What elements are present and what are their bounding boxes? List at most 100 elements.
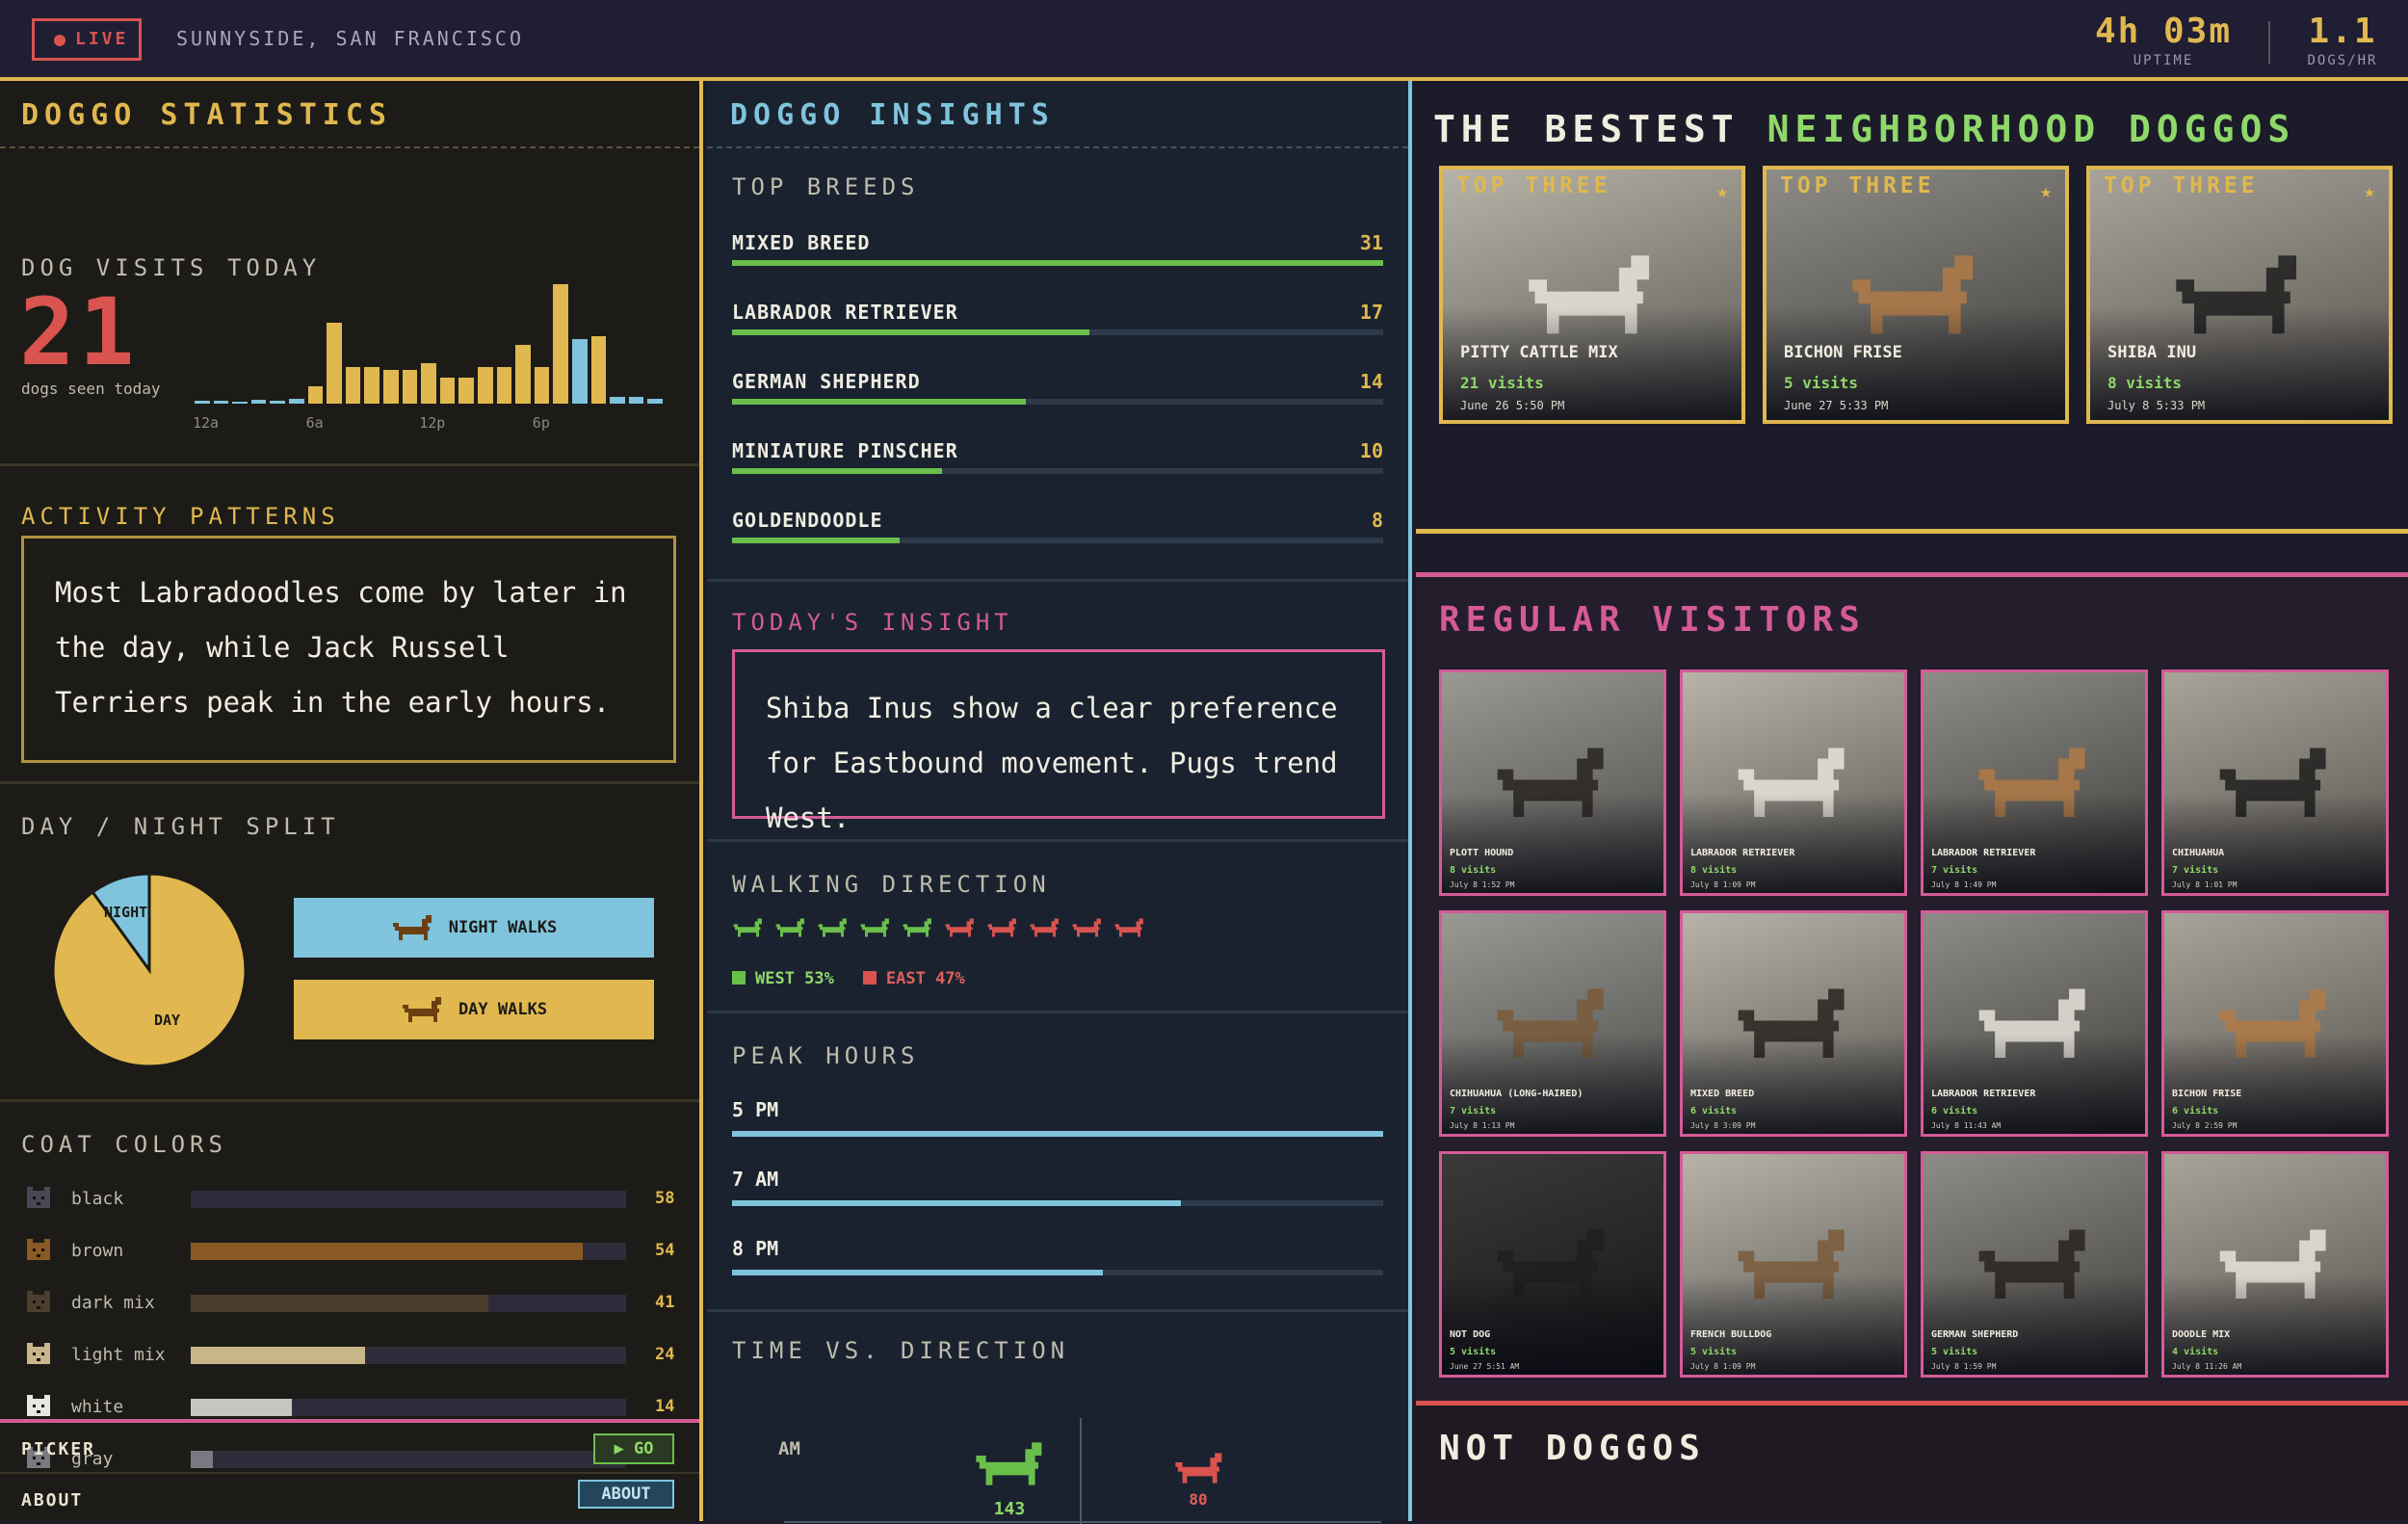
location-label: SUNNYSIDE, SAN FRANCISCO [176, 27, 524, 50]
regular-dog-card[interactable]: CHIHUAHUA 7 visits July 8 1:01 PM [2161, 670, 2389, 896]
regular-dog-card[interactable]: GERMAN SHEPHERD 5 visits July 8 1:59 PM [1921, 1151, 2148, 1378]
dog-visits: 5 visits [1450, 1347, 1497, 1357]
hour-bar [270, 401, 285, 404]
dog-photo [1924, 1154, 2145, 1375]
dog-face-icon [25, 1289, 52, 1316]
dog-icon [402, 997, 441, 1022]
photo-fade [2164, 1274, 2386, 1375]
regular-dog-card[interactable]: BICHON FRISE 6 visits July 8 2:59 PM [2161, 910, 2389, 1137]
dog-photo [2164, 1154, 2386, 1375]
time-vs-direction-section: TIME VS. DIRECTION AM 143 80 [707, 1312, 1408, 1524]
tvd-row-label: AM [778, 1438, 800, 1459]
regular-dog-card[interactable]: LABRADOR RETRIEVER 8 visits July 8 1:09 PM [1680, 670, 1907, 896]
hour-bar [647, 398, 663, 404]
peak-bar-track [732, 1270, 1383, 1275]
hour-axis-label: 6a [305, 414, 324, 432]
peak-bar [732, 1200, 1182, 1206]
insights-panel: DOGGO INSIGHTS TOP BREEDS MIXED BREED 31 L… [707, 81, 1412, 1524]
go-button[interactable]: ▶ GO [593, 1433, 674, 1464]
coat-bar-track [191, 1243, 626, 1260]
insight-text: Shiba Inus show a clear preference for E… [732, 649, 1385, 834]
dog-photo [1683, 672, 1904, 893]
regular-dog-card[interactable]: FRENCH BULLDOG 5 visits July 8 1:09 PM [1680, 1151, 1907, 1378]
photo-fade [1924, 1274, 2145, 1375]
dog-photo [1442, 672, 1663, 893]
dog-visits: 8 visits [1450, 865, 1497, 876]
about-row: ABOUT ABOUT [0, 1474, 699, 1521]
breed-bar-track [732, 260, 1383, 266]
breed-row: MIXED BREED 31 [732, 231, 1383, 285]
east-dog-icon [1175, 1453, 1222, 1484]
hour-bar [364, 367, 380, 404]
night-walks-label: NIGHT WALKS [448, 918, 558, 937]
day-slice-label: DAY [154, 1012, 180, 1029]
insights-title: DOGGO INSIGHTS [730, 98, 1055, 132]
not-doggos-section: NOT DOGGOS [1416, 1401, 2408, 1521]
photo-fade [1683, 793, 1904, 893]
dog-face-icon [25, 1341, 52, 1368]
hour-bar [307, 386, 324, 404]
regular-dog-card[interactable]: LABRADOR RETRIEVER 6 visits July 8 11:43 A… [1921, 910, 2148, 1137]
dog-last-seen: July 8 1:59 PM [1931, 1362, 1997, 1371]
regular-dog-card[interactable]: MIXED BREED 6 visits July 8 3:09 PM [1680, 910, 1907, 1137]
breed-bar [732, 538, 901, 543]
west-dog-icon [775, 918, 804, 937]
hour-bar [610, 397, 625, 404]
breed-bar [732, 468, 943, 474]
regular-dog-card[interactable]: PLOTT HOUND 8 visits July 8 1:52 PM [1439, 670, 1666, 896]
top-dog-card[interactable]: TOP THREE ★ BICHON FRISE 5 visits June 27 5:… [1763, 166, 2069, 424]
day-walks-button[interactable]: DAY WALKS [294, 980, 654, 1039]
night-walks-button[interactable]: NIGHT WALKS [294, 898, 654, 958]
dog-icon [392, 915, 432, 940]
dog-visits: 5 visits [1690, 1347, 1738, 1357]
not-doggos-title: NOT DOGGOS [1439, 1429, 1706, 1468]
dog-face-icon [25, 1393, 52, 1420]
dog-name: LABRADOR RETRIEVER [1931, 848, 2036, 858]
picker-row: PICKER ▶ GO [0, 1419, 699, 1474]
direction-legend: WEST 53% EAST 47% [732, 969, 965, 988]
top-dog-card[interactable]: TOP THREE ★ PITTY CATTLE MIX 21 visits June … [1439, 166, 1745, 424]
regular-dog-card[interactable]: LABRADOR RETRIEVER 7 visits July 8 1:49 PM [1921, 670, 2148, 896]
east-dog-icon [1030, 918, 1059, 937]
dog-photo [1924, 672, 2145, 893]
statistics-title: DOGGO STATISTICS [21, 98, 392, 132]
top-dog-card[interactable]: TOP THREE ★ SHIBA INU 8 visits July 8 5:33 P… [2086, 166, 2393, 424]
tvd-title: TIME VS. DIRECTION [732, 1337, 1070, 1364]
coat-bar [191, 1399, 293, 1416]
dog-face-icon [25, 1185, 52, 1212]
hour-axis-label: 6p [532, 414, 550, 432]
west-dog-icon [733, 918, 762, 937]
dog-last-seen: July 8 1:09 PM [1690, 1362, 1756, 1371]
todays-insight-section: TODAY'S INSIGHT Shiba Inus show a clear … [707, 582, 1408, 842]
regular-dog-card[interactable]: CHIHUAHUA (LONG-HAIRED) 7 visits July 8 1:… [1439, 910, 1666, 1137]
dog-visits: 5 visits [1931, 1347, 1978, 1357]
dog-last-seen: July 8 11:43 AM [1931, 1121, 2002, 1130]
insight-title: TODAY'S INSIGHT [732, 609, 1013, 636]
time-direction-chart: AM 143 80 [778, 1418, 1381, 1524]
dog-last-seen: July 8 2:59 PM [2172, 1121, 2238, 1130]
breed-row: LABRADOR RETRIEVER 17 [732, 301, 1383, 355]
dog-photo [2164, 672, 2386, 893]
hour-bar [345, 367, 361, 404]
east-dog-icon [945, 918, 974, 937]
regular-dog-card[interactable]: DOODLE MIX 4 visits July 8 11:26 AM [2161, 1151, 2389, 1378]
hour-bar [478, 367, 493, 404]
east-dog-icon [1114, 918, 1143, 937]
peak-name: 7 AM [732, 1168, 779, 1191]
dog-name: BICHON FRISE [1784, 343, 1902, 362]
dog-name: DOODLE MIX [2172, 1329, 2231, 1340]
coat-bar-track [191, 1295, 626, 1312]
star-icon: ★ [2363, 179, 2375, 202]
photo-fade [1924, 1034, 2145, 1134]
regular-dog-card[interactable]: NOT DOG 5 visits June 27 5:51 AM [1439, 1151, 1666, 1378]
breed-name: LABRADOR RETRIEVER [732, 301, 958, 324]
about-button[interactable]: ABOUT [578, 1480, 674, 1509]
breed-bar [732, 260, 1383, 266]
dog-last-seen: June 27 5:51 AM [1450, 1362, 1520, 1371]
breed-value: 17 [1359, 301, 1383, 324]
west-swatch [732, 971, 746, 985]
day-walks-label: DAY WALKS [458, 1000, 548, 1019]
visits-note: dogs seen today [21, 380, 161, 398]
breed-value: 14 [1359, 370, 1383, 393]
peak-bar-track [732, 1131, 1383, 1137]
